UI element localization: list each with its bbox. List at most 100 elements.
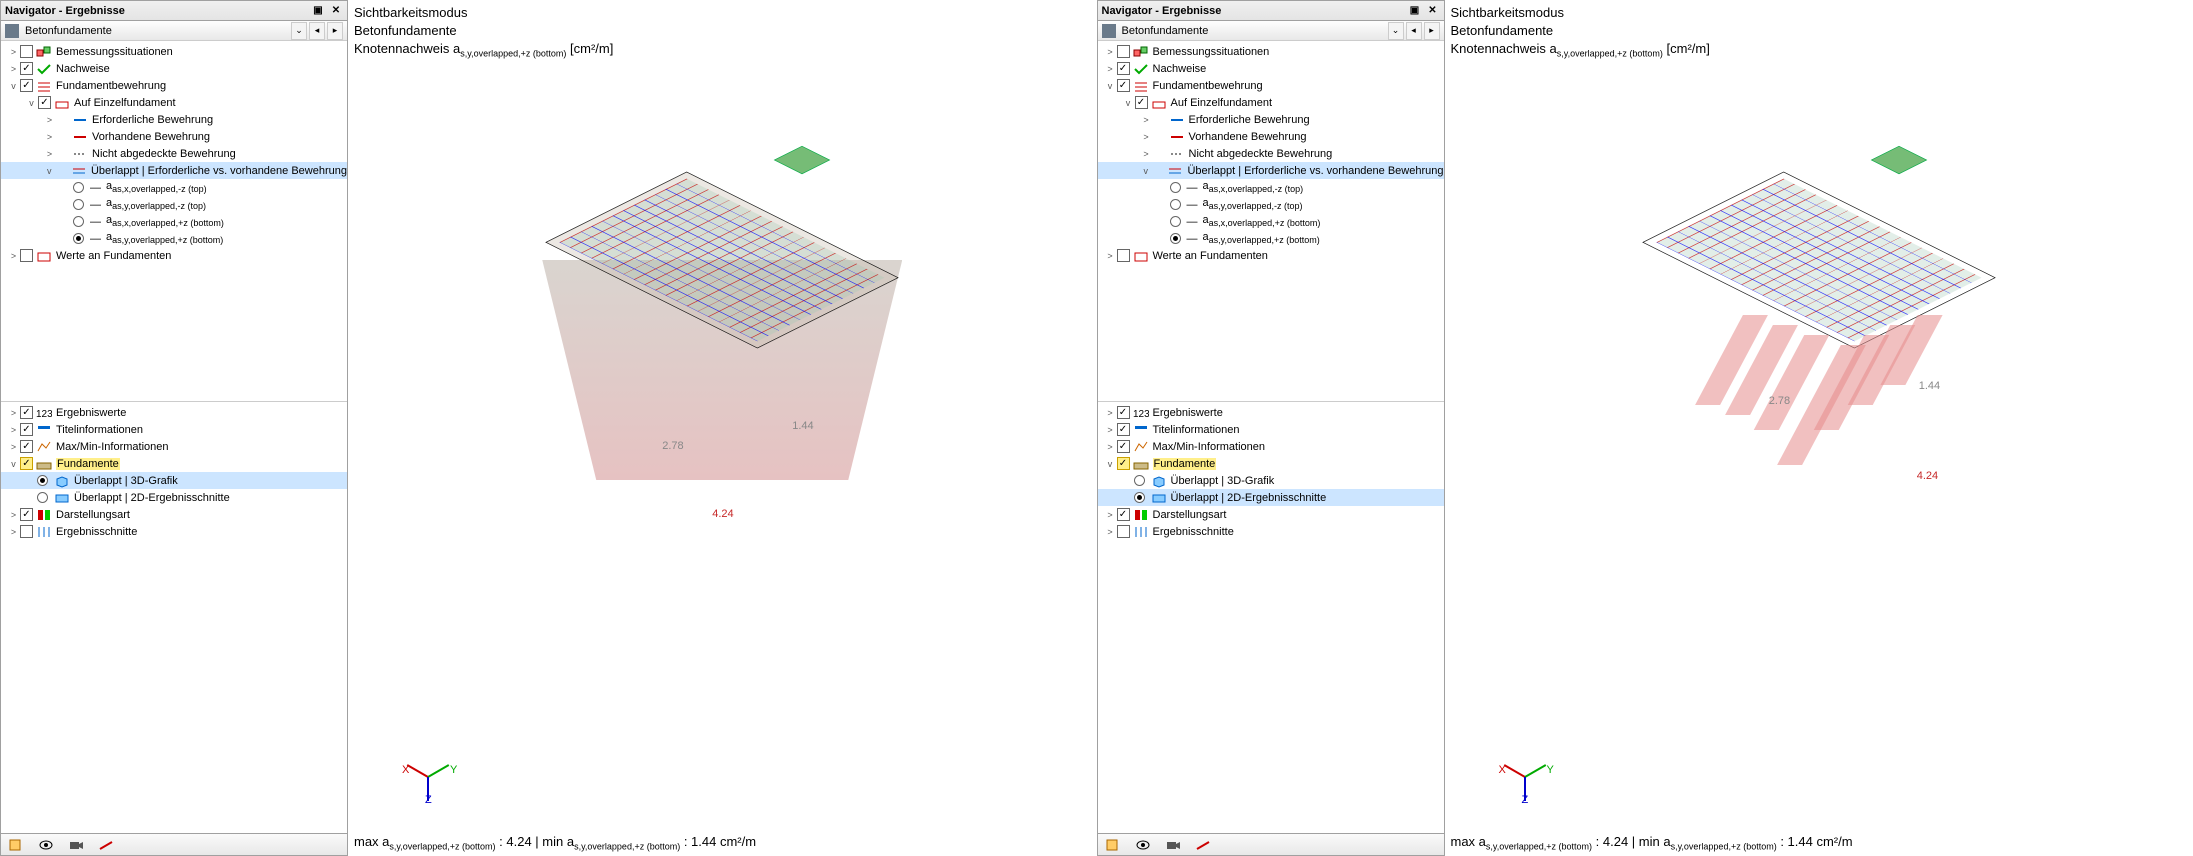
checkbox[interactable]: [20, 79, 33, 92]
tree-item[interactable]: vFundamentbewehrung: [1098, 77, 1444, 94]
expand-icon[interactable]: >: [1104, 251, 1117, 261]
radio[interactable]: [1134, 475, 1145, 486]
close-icon[interactable]: ✕: [1426, 4, 1440, 18]
tree-item[interactable]: >Nachweise: [1098, 60, 1444, 77]
pin-icon[interactable]: ▣: [1408, 4, 1422, 18]
radio-item-2d[interactable]: Überlappt | 2D-Ergebnisschnitte: [1, 489, 347, 506]
expand-icon[interactable]: >: [7, 425, 20, 435]
checkbox[interactable]: [20, 457, 33, 470]
tree-item[interactable]: >Vorhandene Bewehrung: [1098, 128, 1444, 145]
collapse-icon[interactable]: v: [1140, 166, 1153, 176]
collapse-icon[interactable]: v: [25, 98, 38, 108]
tree-item[interactable]: >Darstellungsart: [1098, 506, 1444, 523]
expand-icon[interactable]: >: [7, 47, 20, 57]
radio[interactable]: [37, 492, 48, 503]
toolbar-display-icon[interactable]: [1192, 836, 1214, 854]
toolbar-camera-icon[interactable]: [1162, 836, 1184, 854]
viewport-3d[interactable]: Sichtbarkeitsmodus Betonfundamente Knote…: [348, 0, 1097, 856]
radio[interactable]: [73, 216, 84, 227]
checkbox[interactable]: [1117, 406, 1130, 419]
collapse-icon[interactable]: v: [1104, 459, 1117, 469]
combo-chevron-down-icon[interactable]: ⌄: [1388, 22, 1404, 40]
collapse-icon[interactable]: v: [7, 459, 20, 469]
expand-icon[interactable]: >: [43, 115, 56, 125]
combo-next-icon[interactable]: ▸: [327, 22, 343, 40]
tree-item[interactable]: v Auf Einzelfundament: [1, 94, 347, 111]
checkbox[interactable]: [38, 96, 51, 109]
checkbox[interactable]: [20, 525, 33, 538]
expand-icon[interactable]: >: [1104, 527, 1117, 537]
module-combo[interactable]: Betonfundamente ⌄ ◂ ▸: [1, 21, 347, 41]
tree-item[interactable]: > Werte an Fundamenten: [1, 247, 347, 264]
checkbox[interactable]: [20, 62, 33, 75]
checkbox[interactable]: [20, 508, 33, 521]
checkbox[interactable]: [20, 406, 33, 419]
tree-item[interactable]: >Nicht abgedeckte Bewehrung: [1098, 145, 1444, 162]
tree-item[interactable]: > Ergebnisschnitte: [1, 523, 347, 540]
radio-checked[interactable]: [1170, 233, 1181, 244]
tree-item-selected[interactable]: vÜberlappt | Erforderliche vs. vorhanden…: [1098, 162, 1444, 179]
checkbox[interactable]: [1117, 423, 1130, 436]
expand-icon[interactable]: >: [7, 527, 20, 537]
radio-item[interactable]: —aas,y,overlapped,+z (bottom): [1, 230, 347, 247]
radio-item[interactable]: —aas,x,overlapped,+z (bottom): [1, 213, 347, 230]
checkbox[interactable]: [1117, 249, 1130, 262]
checkbox[interactable]: [1117, 79, 1130, 92]
checkbox[interactable]: [20, 440, 33, 453]
expand-icon[interactable]: >: [43, 132, 56, 142]
pin-icon[interactable]: ▣: [311, 4, 325, 18]
radio-item[interactable]: —aas,y,overlapped,+z (bottom): [1098, 230, 1444, 247]
collapse-icon[interactable]: v: [1122, 98, 1135, 108]
close-icon[interactable]: ✕: [329, 4, 343, 18]
radio[interactable]: [1170, 216, 1181, 227]
expand-icon[interactable]: >: [1104, 425, 1117, 435]
tree-item[interactable]: >Bemessungssituationen: [1098, 43, 1444, 60]
tree-item-fundamente[interactable]: v Fundamente: [1, 455, 347, 472]
expand-icon[interactable]: >: [1104, 442, 1117, 452]
radio-item-3d[interactable]: Überlappt | 3D-Grafik: [1, 472, 347, 489]
radio-item[interactable]: —aas,x,overlapped,+z (bottom): [1098, 213, 1444, 230]
module-combo[interactable]: Betonfundamente ⌄ ◂ ▸: [1098, 21, 1444, 41]
radio[interactable]: [73, 199, 84, 210]
expand-icon[interactable]: >: [7, 64, 20, 74]
radio[interactable]: [73, 182, 84, 193]
radio-checked[interactable]: [37, 475, 48, 486]
checkbox[interactable]: [20, 423, 33, 436]
tree-item[interactable]: > Erforderliche Bewehrung: [1, 111, 347, 128]
toolbar-display-icon[interactable]: [95, 836, 117, 854]
tree-item[interactable]: >Ergebnisschnitte: [1098, 523, 1444, 540]
tree-item[interactable]: > Nicht abgedeckte Bewehrung: [1, 145, 347, 162]
radio-checked[interactable]: [1134, 492, 1145, 503]
checkbox[interactable]: [1117, 457, 1130, 470]
tree-item[interactable]: > Nachweise: [1, 60, 347, 77]
radio-item[interactable]: —aas,y,overlapped,-z (top): [1098, 196, 1444, 213]
tree-item[interactable]: v Fundamentbewehrung: [1, 77, 347, 94]
collapse-icon[interactable]: v: [7, 81, 20, 91]
expand-icon[interactable]: >: [1140, 149, 1153, 159]
expand-icon[interactable]: >: [7, 442, 20, 452]
tree-item[interactable]: > 123 Ergebniswerte: [1, 404, 347, 421]
checkbox[interactable]: [1135, 96, 1148, 109]
radio-item[interactable]: —aas,x,overlapped,-z (top): [1, 179, 347, 196]
radio[interactable]: [1170, 182, 1181, 193]
expand-icon[interactable]: >: [1140, 115, 1153, 125]
toolbar-select-icon[interactable]: [5, 836, 27, 854]
radio-item-3d[interactable]: Überlappt | 3D-Grafik: [1098, 472, 1444, 489]
combo-prev-icon[interactable]: ◂: [309, 22, 325, 40]
model-canvas-2d[interactable]: 2.78 1.44 4.24 XYZ: [1465, 60, 2174, 826]
tree-item[interactable]: > Titelinformationen: [1, 421, 347, 438]
navigator-titlebar[interactable]: Navigator - Ergebnisse ▣ ✕: [1, 1, 347, 21]
radio-item[interactable]: —aas,x,overlapped,-z (top): [1098, 179, 1444, 196]
checkbox[interactable]: [1117, 508, 1130, 521]
expand-icon[interactable]: >: [7, 251, 20, 261]
tree-item[interactable]: >Titelinformationen: [1098, 421, 1444, 438]
expand-icon[interactable]: >: [7, 408, 20, 418]
tree-item-selected[interactable]: v Überlappt | Erforderliche vs. vorhande…: [1, 162, 347, 179]
collapse-icon[interactable]: v: [43, 166, 56, 176]
tree-item[interactable]: >Max/Min-Informationen: [1098, 438, 1444, 455]
expand-icon[interactable]: >: [1104, 47, 1117, 57]
tree-item[interactable]: >123Ergebniswerte: [1098, 404, 1444, 421]
tree-item-fundamente[interactable]: vFundamente: [1098, 455, 1444, 472]
toolbar-eye-icon[interactable]: [1132, 836, 1154, 854]
expand-icon[interactable]: >: [1104, 64, 1117, 74]
